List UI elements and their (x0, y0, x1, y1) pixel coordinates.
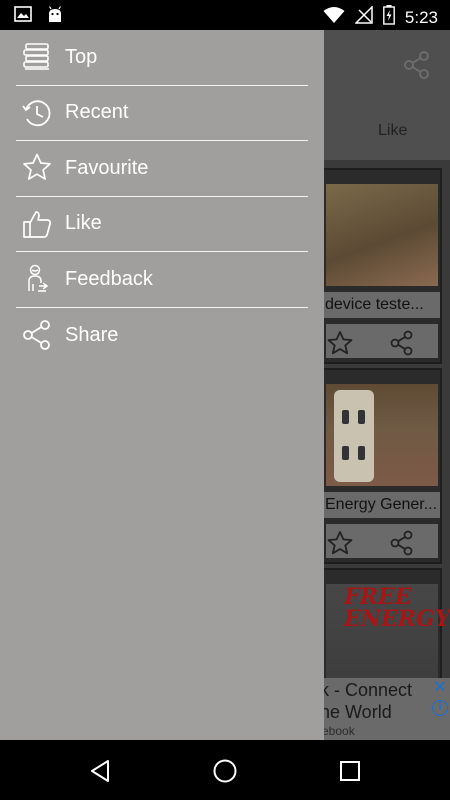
status-bar: 5:23 (0, 0, 450, 30)
drawer-item-label: Favourite (65, 156, 149, 179)
star-icon (20, 151, 54, 185)
info-icon[interactable]: i (432, 700, 448, 716)
close-icon[interactable]: ✕ (432, 680, 448, 696)
share-icon[interactable] (388, 330, 416, 361)
drawer-item-recent[interactable]: Recent (16, 86, 308, 141)
drawer-item-share[interactable]: Share (16, 308, 308, 364)
battery-charging-icon (383, 5, 395, 30)
video-title: Energy Gener... (322, 492, 440, 518)
star-icon[interactable] (326, 530, 354, 561)
video-title: device teste... (322, 292, 440, 318)
share-icon[interactable] (388, 530, 416, 561)
history-clock-icon (20, 96, 54, 130)
video-thumbnail[interactable] (326, 184, 438, 286)
back-icon[interactable] (86, 757, 114, 785)
android-icon (46, 6, 64, 29)
drawer-item-like[interactable]: Like (16, 197, 308, 252)
card-actions (324, 522, 440, 560)
wifi-icon (323, 6, 345, 29)
drawer-item-label: Recent (65, 101, 129, 124)
image-icon (14, 6, 32, 29)
tab-like[interactable]: Like (378, 122, 407, 140)
books-stack-icon (20, 40, 54, 74)
drawer-item-label: Top (65, 45, 98, 68)
ad-headline: k - Connect (320, 680, 413, 700)
list-item[interactable]: Energy Gener... (320, 368, 442, 564)
drawer-item-favourite[interactable]: Favourite (16, 141, 308, 197)
share-icon (20, 318, 54, 352)
home-icon[interactable] (211, 757, 239, 785)
card-actions (324, 322, 440, 360)
drawer-item-label: Share (65, 323, 119, 346)
thumbs-up-icon (20, 207, 54, 241)
navigation-drawer: Top Recent Favourite Like Feedback Share (0, 30, 324, 740)
drawer-item-top[interactable]: Top (16, 30, 308, 86)
drawer-item-label: Feedback (65, 267, 153, 290)
no-signal-icon (354, 5, 373, 29)
drawer-item-label: Like (65, 212, 102, 235)
recents-icon[interactable] (336, 757, 364, 785)
drawer-item-feedback[interactable]: Feedback (16, 252, 308, 308)
feedback-person-icon (20, 262, 54, 296)
clock-time: 5:23 (404, 7, 438, 27)
drawer-menu: Top Recent Favourite Like Feedback Share (16, 30, 308, 363)
ad-advertiser: ebook (322, 724, 355, 738)
video-thumbnail[interactable] (326, 384, 438, 486)
share-icon[interactable] (402, 50, 432, 85)
list-item[interactable]: device teste... (320, 168, 442, 364)
ad-headline-2: he World (320, 702, 392, 722)
thumbnail-caption: FREE ENERGY (344, 584, 450, 632)
system-navigation-bar (0, 740, 450, 800)
star-icon[interactable] (326, 330, 354, 361)
